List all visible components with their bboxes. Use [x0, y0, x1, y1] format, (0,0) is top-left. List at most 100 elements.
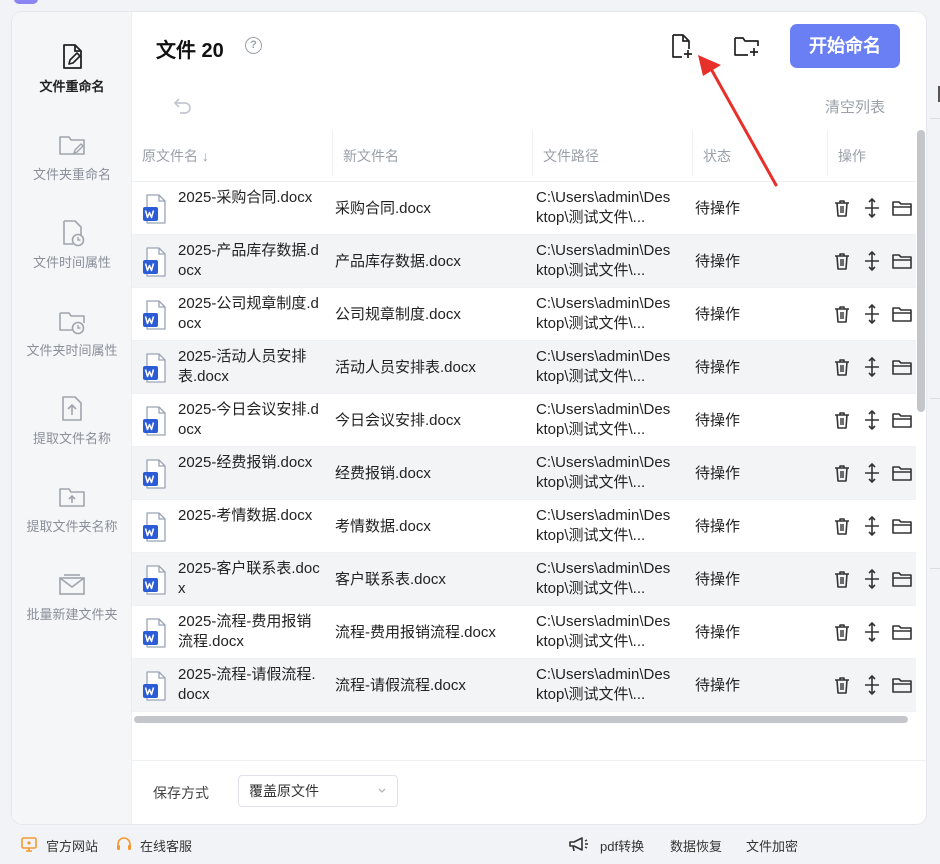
delete-icon[interactable]	[831, 409, 853, 431]
sidebar-item-folder-rename[interactable]: 文件夹重命名	[12, 130, 132, 218]
open-folder-icon[interactable]	[891, 409, 913, 431]
file-table: 原文件名 ↓ 新文件名 文件路径 状态 操作 2025-采购合同.docx 采购合…	[132, 130, 916, 714]
folder-new-icon	[57, 570, 87, 600]
status-text: 待操作	[695, 624, 741, 641]
word-doc-icon	[142, 352, 168, 384]
delete-icon[interactable]	[831, 674, 853, 696]
open-folder-icon[interactable]	[891, 197, 913, 219]
move-icon[interactable]	[861, 462, 883, 484]
new-filename: 产品库存数据.docx	[335, 253, 461, 270]
delete-icon[interactable]	[831, 250, 853, 272]
original-filename: 2025-流程-费用报销流程.docx	[178, 613, 312, 650]
file-path: C:\Users\admin\Desktop\测试文件\...	[536, 560, 671, 597]
table-row[interactable]: 2025-采购合同.docx 采购合同.docx C:\Users\admin\De…	[132, 182, 916, 235]
start-rename-button[interactable]: 开始命名	[790, 24, 900, 68]
sidebar-item-extract-filenames[interactable]: 提取文件名称	[12, 394, 132, 482]
add-file-button[interactable]	[668, 32, 696, 60]
delete-icon[interactable]	[831, 515, 853, 537]
col-path: 文件路径	[532, 130, 692, 176]
background-window-edge	[926, 0, 940, 864]
open-folder-icon[interactable]	[891, 515, 913, 537]
sidebar-item-extract-foldernames[interactable]: 提取文件夹名称	[12, 482, 132, 570]
open-folder-icon[interactable]	[891, 674, 913, 696]
new-filename: 考情数据.docx	[335, 518, 431, 535]
sidebar-item-label: 提取文件名称	[32, 431, 111, 446]
chevron-down-icon	[378, 788, 386, 793]
table-body: 2025-采购合同.docx 采购合同.docx C:\Users\admin\De…	[132, 182, 916, 712]
open-folder-icon[interactable]	[891, 303, 913, 325]
move-icon[interactable]	[861, 621, 883, 643]
original-filename: 2025-活动人员安排表.docx	[178, 348, 307, 385]
undo-icon[interactable]	[172, 94, 194, 116]
move-icon[interactable]	[861, 515, 883, 537]
new-filename: 采购合同.docx	[335, 200, 431, 217]
word-doc-icon	[142, 458, 168, 490]
word-doc-icon	[142, 670, 168, 702]
sidebar: 文件重命名 文件夹重命名 文件时间属性 文件夹时间属性 提取文件名称 提取文件夹…	[12, 12, 132, 824]
file-edit-icon	[57, 42, 87, 72]
delete-icon[interactable]	[831, 303, 853, 325]
open-folder-icon[interactable]	[891, 621, 913, 643]
open-folder-icon[interactable]	[891, 250, 913, 272]
new-filename: 活动人员安排表.docx	[335, 359, 476, 376]
save-mode-label: 保存方式	[153, 785, 209, 801]
file-encrypt-link[interactable]: 文件加密	[746, 836, 798, 855]
new-filename: 流程-费用报销流程.docx	[335, 624, 496, 641]
data-recovery-link[interactable]: 数据恢复	[670, 836, 722, 855]
help-icon[interactable]: ?	[245, 37, 262, 54]
app-corner-mark	[14, 0, 38, 4]
sidebar-item-batch-new-folder[interactable]: 批量新建文件夹	[12, 570, 132, 658]
open-folder-icon[interactable]	[891, 568, 913, 590]
table-row[interactable]: 2025-经费报销.docx 经费报销.docx C:\Users\admin\De…	[132, 447, 916, 500]
col-actions: 操作	[827, 130, 916, 176]
official-website-link[interactable]: 官方网站	[46, 836, 98, 855]
delete-icon[interactable]	[831, 197, 853, 219]
table-row[interactable]: 2025-考情数据.docx 考情数据.docx C:\Users\admin\De…	[132, 500, 916, 553]
sidebar-item-file-time[interactable]: 文件时间属性	[12, 218, 132, 306]
word-doc-icon	[142, 246, 168, 278]
main-panel: 文件 20 ? 开始命名 清空列表 原文件名 ↓ 新文件名 文件路径 状态 操作…	[132, 12, 926, 824]
table-row[interactable]: 2025-公司规章制度.docx 公司规章制度.docx C:\Users\admi…	[132, 288, 916, 341]
online-support-link[interactable]: 在线客服	[140, 836, 192, 855]
table-row[interactable]: 2025-今日会议安排.docx 今日会议安排.docx C:\Users\admi…	[132, 394, 916, 447]
move-icon[interactable]	[861, 250, 883, 272]
table-row[interactable]: 2025-产品库存数据.docx 产品库存数据.docx C:\Users\admi…	[132, 235, 916, 288]
save-mode-select[interactable]: 覆盖原文件	[238, 775, 398, 807]
delete-icon[interactable]	[831, 462, 853, 484]
word-doc-icon	[142, 564, 168, 596]
file-path: C:\Users\admin\Desktop\测试文件\...	[536, 189, 671, 226]
vertical-scrollbar[interactable]	[917, 130, 925, 412]
table-row[interactable]: 2025-流程-费用报销流程.docx 流程-费用报销流程.docx C:\User…	[132, 606, 916, 659]
move-icon[interactable]	[861, 197, 883, 219]
word-doc-icon	[142, 617, 168, 649]
folder-add-icon	[734, 37, 759, 56]
file-path: C:\Users\admin\Desktop\测试文件\...	[536, 401, 671, 438]
table-row[interactable]: 2025-流程-请假流程.docx 流程-请假流程.docx C:\Users\ad…	[132, 659, 916, 712]
add-folder-button[interactable]	[732, 32, 762, 60]
table-row[interactable]: 2025-客户联系表.docx 客户联系表.docx C:\Users\admin\…	[132, 553, 916, 606]
sidebar-item-file-rename[interactable]: 文件重命名	[12, 42, 132, 130]
new-filename: 经费报销.docx	[335, 465, 431, 482]
table-row[interactable]: 2025-活动人员安排表.docx 活动人员安排表.docx C:\Users\ad…	[132, 341, 916, 394]
move-icon[interactable]	[861, 303, 883, 325]
open-folder-icon[interactable]	[891, 356, 913, 378]
col-new-name: 新文件名	[332, 130, 532, 176]
table-header: 原文件名 ↓ 新文件名 文件路径 状态 操作	[132, 130, 916, 182]
delete-icon[interactable]	[831, 621, 853, 643]
delete-icon[interactable]	[831, 356, 853, 378]
new-filename: 今日会议安排.docx	[335, 412, 461, 429]
horizontal-scrollbar[interactable]	[134, 716, 908, 723]
move-icon[interactable]	[861, 674, 883, 696]
col-original-name[interactable]: 原文件名 ↓	[132, 130, 332, 182]
clear-list-button[interactable]: 清空列表	[825, 96, 885, 117]
status-text: 待操作	[695, 359, 741, 376]
move-icon[interactable]	[861, 409, 883, 431]
open-folder-icon[interactable]	[891, 462, 913, 484]
file-add-icon	[672, 34, 692, 58]
delete-icon[interactable]	[831, 568, 853, 590]
move-icon[interactable]	[861, 568, 883, 590]
sidebar-item-folder-time[interactable]: 文件夹时间属性	[12, 306, 132, 394]
move-icon[interactable]	[861, 356, 883, 378]
pdf-convert-link[interactable]: pdf转换	[600, 836, 644, 855]
status-text: 待操作	[695, 412, 741, 429]
